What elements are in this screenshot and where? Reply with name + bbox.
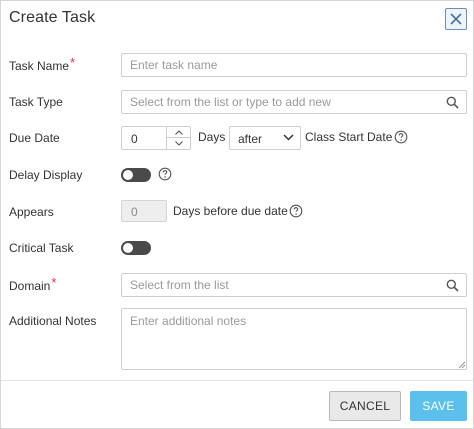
cancel-button[interactable]: CANCEL — [329, 391, 401, 421]
dialog-title: Create Task — [9, 9, 96, 26]
required-marker: * — [51, 275, 57, 290]
task-type-label: Task Type — [9, 95, 63, 109]
stepper-buttons — [166, 127, 190, 149]
chevron-down-icon — [283, 134, 294, 141]
chevron-up-icon — [174, 129, 183, 135]
task-name-input[interactable] — [121, 53, 467, 77]
domain-input[interactable] — [121, 273, 467, 297]
create-task-dialog: Create Task Task Name* Task Type Due Dat… — [0, 0, 474, 429]
chevron-down-icon — [174, 141, 183, 146]
due-date-days-stepper[interactable]: 0 — [121, 126, 191, 150]
search-icon[interactable] — [444, 94, 460, 110]
due-date-label: Due Date — [9, 131, 60, 145]
close-button[interactable] — [445, 8, 467, 30]
appears-days-input: 0 — [121, 200, 167, 222]
required-marker: * — [70, 55, 76, 70]
stepper-down-button[interactable] — [167, 138, 190, 149]
days-unit-text: Days — [198, 130, 226, 144]
class-start-date-text: Class Start Date — [305, 130, 393, 144]
appears-days-value: 0 — [131, 205, 138, 219]
domain-label-text: Domain — [9, 279, 51, 293]
task-name-label: Task Name* — [9, 55, 76, 73]
close-icon — [450, 13, 462, 25]
task-name-label-text: Task Name — [9, 59, 70, 73]
relation-selected-value: after — [238, 132, 263, 146]
due-date-relation-select[interactable]: after — [229, 126, 301, 150]
appears-label: Appears — [9, 205, 54, 219]
help-icon[interactable] — [158, 167, 172, 181]
critical-task-label: Critical Task — [9, 241, 74, 255]
resize-grip-icon[interactable] — [458, 361, 466, 369]
save-button[interactable]: SAVE — [410, 391, 467, 421]
dialog-footer: CANCEL SAVE — [1, 380, 473, 428]
days-before-due-date-text: Days before due date — [173, 204, 288, 218]
task-type-input[interactable] — [121, 90, 467, 114]
toggle-knob — [123, 170, 133, 180]
toggle-knob — [123, 243, 133, 253]
additional-notes-label: Additional Notes — [9, 314, 97, 328]
delay-display-toggle[interactable] — [121, 168, 151, 182]
search-icon[interactable] — [444, 277, 460, 293]
help-icon[interactable] — [289, 204, 303, 218]
critical-task-toggle[interactable] — [121, 241, 151, 255]
domain-label: Domain* — [9, 275, 57, 293]
additional-notes-textarea[interactable] — [121, 308, 467, 370]
help-icon[interactable] — [394, 130, 408, 144]
due-date-days-value[interactable]: 0 — [131, 132, 138, 146]
stepper-up-button[interactable] — [167, 127, 190, 138]
delay-display-label: Delay Display — [9, 168, 83, 182]
